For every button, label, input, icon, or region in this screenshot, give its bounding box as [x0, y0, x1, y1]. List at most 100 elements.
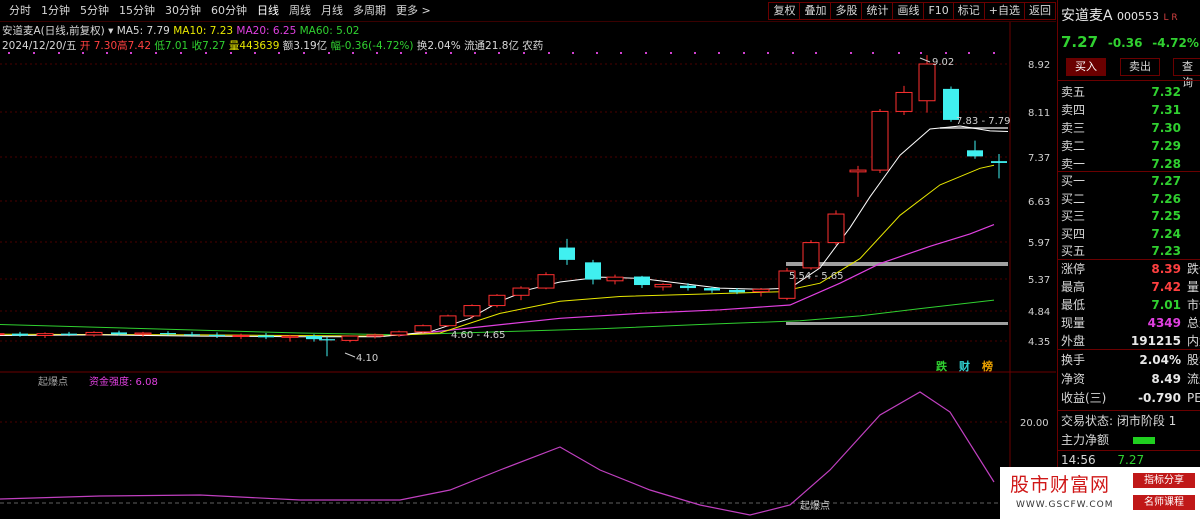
sell-button[interactable]: 卖出 — [1120, 58, 1160, 76]
tab-15min[interactable]: 15分钟 — [114, 3, 160, 19]
price-change-pct: -4.72% — [1152, 36, 1199, 50]
annotation-low-leader — [344, 352, 356, 358]
price-tick: 7.37 — [1028, 153, 1050, 164]
bid-row: 买一 7.27 — [1061, 172, 1200, 190]
candle — [184, 334, 200, 336]
main-net-bar — [1132, 437, 1155, 444]
badge-finance[interactable]: 财 — [959, 358, 970, 374]
watermark-tag-1: 指标分享 — [1133, 473, 1195, 488]
stat-row: 外盘 191215 内盘 — [1061, 332, 1200, 350]
tab-weekly[interactable]: 周线 — [284, 3, 316, 19]
signal-dot — [898, 52, 900, 54]
resistance-band-low — [786, 322, 1008, 325]
stat-label-2: 跌停 — [1187, 262, 1200, 276]
ask-label: 卖四 — [1061, 103, 1086, 117]
candle — [752, 288, 770, 293]
tab-1min[interactable]: 1分钟 — [36, 3, 75, 19]
watermark-tag-2: 名师课程 — [1133, 495, 1195, 510]
candle — [967, 150, 983, 157]
back-button[interactable]: 返回 — [1024, 2, 1056, 20]
ask-label: 卖一 — [1061, 157, 1086, 171]
stat-label-2: 内盘 — [1187, 334, 1200, 348]
signal-dot — [694, 52, 696, 54]
badge-rank[interactable]: 榜 — [982, 358, 993, 374]
tick-price: 7.27 — [1117, 453, 1145, 467]
ma60-value: MA60: 5.02 — [299, 25, 360, 37]
buy-button[interactable]: 买入 — [1066, 58, 1106, 76]
query-button[interactable]: 查询 — [1173, 58, 1200, 89]
stat-row: 现量 4349 总量 — [1061, 314, 1200, 332]
ask-value: 7.29 — [1151, 139, 1181, 153]
signal-dot — [743, 52, 745, 54]
multi-stock-button[interactable]: 多股 — [830, 2, 863, 20]
bid-label: 买三 — [1061, 209, 1086, 223]
stat2-label-2: 股本 — [1187, 353, 1200, 367]
stock-code: 000553 — [1117, 10, 1160, 23]
stat-value: 7.42 — [1151, 280, 1181, 294]
annotation-base: 4.60 - 4.65 — [451, 330, 506, 341]
bid-label: 买一 — [1061, 174, 1086, 188]
change-value: 幅-0.36(-4.72%) — [330, 40, 414, 52]
stat-label-2: 市值 — [1187, 298, 1200, 312]
tab-daily[interactable]: 日线 — [252, 3, 284, 19]
stat-label-2: 量比 — [1187, 280, 1200, 294]
tab-more[interactable]: 更多 > — [391, 3, 436, 19]
overlay-button[interactable]: 叠加 — [799, 2, 832, 20]
signal-dot — [968, 52, 970, 54]
tab-5min[interactable]: 5分钟 — [75, 3, 114, 19]
annotation-high-leader — [919, 57, 931, 63]
badge-limit[interactable]: 跌 — [936, 358, 947, 374]
candle — [341, 335, 359, 341]
mark-button[interactable]: 标记 — [952, 2, 985, 20]
divider — [1058, 410, 1200, 411]
stock-header: 安道麦A 000553 L R — [1061, 7, 1178, 25]
candle — [319, 339, 335, 341]
price-tick: 4.84 — [1028, 307, 1050, 318]
chevron-down-icon[interactable]: ▾ — [108, 25, 113, 37]
candle — [537, 274, 555, 289]
signal-dot — [872, 52, 874, 54]
watermark-title: 股市财富网 — [1010, 474, 1111, 496]
tab-intraday[interactable]: 分时 — [4, 3, 36, 19]
signal-dot — [670, 52, 672, 54]
price-tick: 4.35 — [1028, 337, 1050, 348]
f10-button[interactable]: F10 — [923, 2, 954, 20]
add-watchlist-button[interactable]: +自选 — [983, 2, 1025, 20]
stat-row: 涨停 8.39 跌停 — [1061, 260, 1200, 278]
ask-value: 7.30 — [1151, 121, 1181, 135]
signal-dot — [572, 52, 574, 54]
bid-value: 7.23 — [1151, 244, 1181, 258]
ask-label: 卖五 — [1061, 85, 1086, 99]
stat-row: 最低 7.01 市值 — [1061, 296, 1200, 314]
adjust-button[interactable]: 复权 — [768, 2, 801, 20]
kline-chart[interactable]: 9.02 7.83 - 7.79 5.54 - 5.65 4.60 - 4.65… — [0, 0, 1056, 519]
candle — [12, 333, 28, 336]
annotation-low: 4.10 — [356, 353, 378, 364]
candle — [85, 331, 103, 336]
lr-marker: L R — [1163, 13, 1178, 23]
tab-monthly[interactable]: 月线 — [316, 3, 348, 19]
amount-value: 额3.19亿 — [282, 40, 328, 52]
ask-value: 7.32 — [1151, 85, 1181, 99]
stats-button[interactable]: 统计 — [861, 2, 894, 20]
tab-30min[interactable]: 30分钟 — [160, 3, 206, 19]
bid-value: 7.25 — [1151, 209, 1181, 223]
draw-line-button[interactable]: 画线 — [892, 2, 925, 20]
candle — [895, 91, 913, 112]
candle — [390, 331, 408, 336]
ma20-line — [399, 224, 995, 337]
candle — [512, 287, 530, 296]
candle — [918, 63, 936, 102]
stock-name: 安道麦A — [1061, 8, 1113, 24]
ask-label: 卖三 — [1061, 121, 1086, 135]
open-value: 开 7.30 — [79, 40, 118, 52]
ma10-value: MA10: 7.23 — [173, 25, 234, 37]
ask-value: 7.31 — [1151, 103, 1181, 117]
signal-dot — [945, 52, 947, 54]
candle — [585, 262, 601, 280]
candle — [232, 334, 250, 337]
tab-multi-period[interactable]: 多周期 — [348, 3, 391, 19]
tab-60min[interactable]: 60分钟 — [206, 3, 252, 19]
float-value: 流通21.8亿 — [464, 40, 519, 52]
candle — [0, 333, 5, 336]
